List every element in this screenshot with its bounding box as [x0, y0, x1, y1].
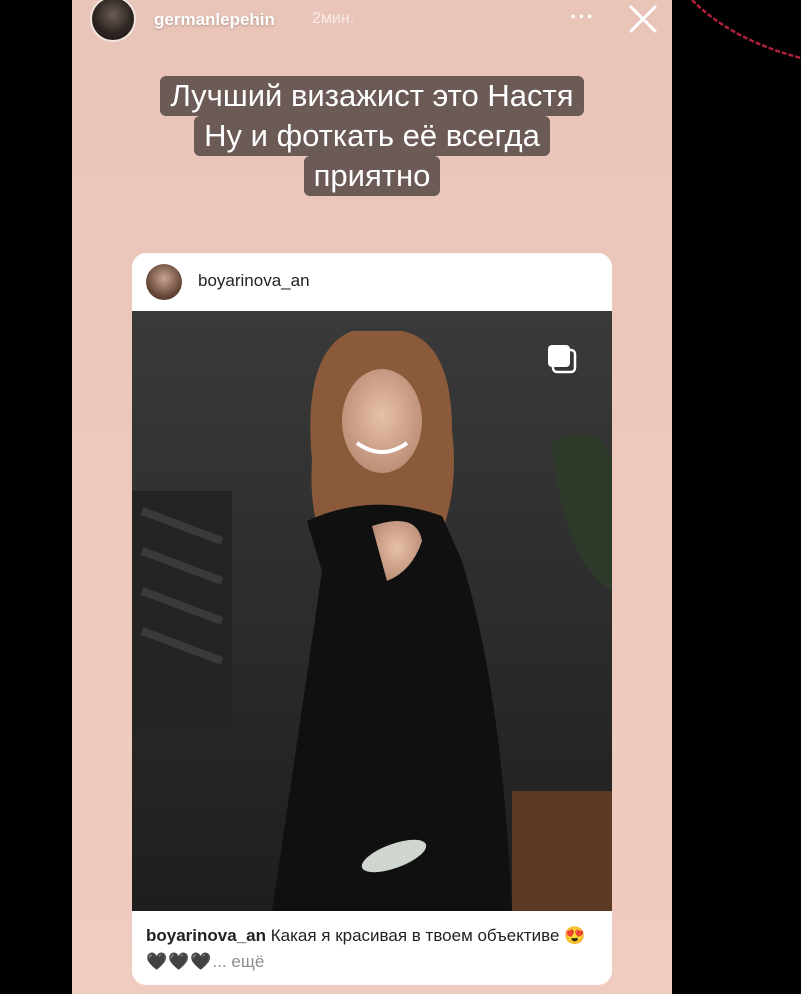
more-icon[interactable]: ···: [570, 4, 595, 30]
post-photo[interactable]: [132, 311, 612, 911]
photo-illustration: [132, 311, 612, 911]
more-link[interactable]: ... ещё: [213, 952, 265, 971]
post-username[interactable]: boyarinova_an: [198, 271, 310, 291]
red-curve-decoration: [691, 0, 801, 60]
caption-line: приятно: [72, 156, 672, 196]
story-viewer[interactable]: germanlepehin 2мин. ··· Лучший визажист …: [72, 0, 672, 994]
caption-text: Какая я красивая в твоем объективе: [270, 926, 560, 945]
caption-line: Ну и фоткать её всегда: [72, 116, 672, 156]
post-caption: boyarinova_an Какая я красивая в твоем о…: [146, 923, 602, 975]
caption-hearts: 🖤🖤🖤: [146, 952, 213, 971]
story-caption: Лучший визажист это Настя Ну и фоткать е…: [72, 76, 672, 196]
caption-emoji: 😍: [564, 926, 586, 945]
multiple-photos-icon: [548, 345, 577, 374]
caption-line: Лучший визажист это Настя: [72, 76, 672, 116]
left-black-bar: [0, 0, 72, 994]
story-username[interactable]: germanlepehin: [154, 10, 275, 30]
post-header: boyarinova_an: [132, 253, 612, 311]
close-icon[interactable]: [626, 2, 660, 36]
caption-username[interactable]: boyarinova_an: [146, 926, 266, 945]
right-black-bar: [672, 0, 801, 994]
story-time: 2мин.: [312, 10, 355, 27]
post-avatar[interactable]: [146, 264, 182, 300]
shared-post-card[interactable]: boyarinova_an boyarinova_an Какая я крас…: [132, 253, 612, 985]
story-avatar[interactable]: [90, 0, 136, 42]
